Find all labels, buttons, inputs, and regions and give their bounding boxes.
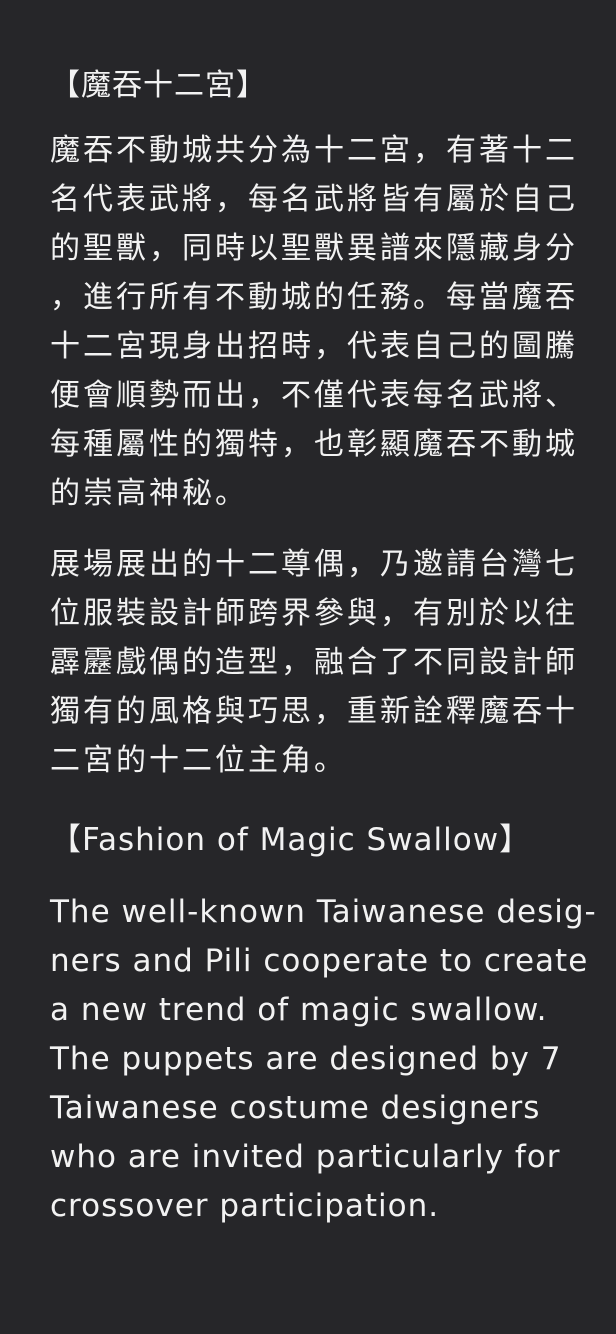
text-line: 每種屬性的獨特，也彰顯魔吞不動城: [50, 427, 578, 462]
text-line: 二宮的十二位主角。: [50, 743, 347, 778]
text-line: ners and Pili cooperate to create: [50, 943, 589, 979]
text-line: crossover participation.: [50, 1188, 440, 1224]
text-line: 位服裝設計師跨界參與，有別於以往: [50, 596, 578, 631]
text-line: The well-known Taiwanese desig-: [50, 894, 597, 930]
en-paragraph: The well-known Taiwanese desig- ners and…: [50, 888, 597, 1231]
text-line: The puppets are designed by 7: [50, 1041, 562, 1077]
article-page: 【魔吞十二宮】 魔吞不動城共分為十二宮，有著十二 名代表武將，每名武將皆有屬於自…: [0, 0, 616, 1334]
zh-paragraph-1: 魔吞不動城共分為十二宮，有著十二 名代表武將，每名武將皆有屬於自己 的聖獸，同時…: [50, 126, 578, 518]
text-line: who are invited particularly for: [50, 1139, 561, 1175]
text-line: 的崇高神秘。: [50, 476, 248, 511]
text-line: 獨有的風格與巧思，重新詮釋魔吞十: [50, 694, 578, 729]
text-line: 霹靂戲偶的造型，融合了不同設計師: [50, 645, 578, 680]
text-line: 的聖獸，同時以聖獸異譜來隱藏身分: [50, 231, 578, 266]
text-line: a new trend of magic swallow.: [50, 992, 548, 1028]
text-line: 名代表武將，每名武將皆有屬於自己: [50, 182, 578, 217]
zh-paragraph-2: 展場展出的十二尊偶，乃邀請台灣七 位服裝設計師跨界參與，有別於以往 霹靂戲偶的造…: [50, 540, 578, 785]
zh-section-heading: 【魔吞十二宮】: [50, 68, 267, 103]
text-line: 展場展出的十二尊偶，乃邀請台灣七: [50, 547, 578, 582]
text-line: 便會順勢而出，不僅代表每名武將、: [50, 378, 578, 413]
text-line: ，進行所有不動城的任務。每當魔吞: [50, 280, 578, 315]
en-section-heading: 【Fashion of Magic Swallow】: [50, 822, 532, 858]
text-line: 魔吞不動城共分為十二宮，有著十二: [50, 133, 578, 168]
text-line: Taiwanese costume designers: [50, 1090, 541, 1126]
text-line: 十二宮現身出招時，代表自己的圖騰: [50, 329, 578, 364]
